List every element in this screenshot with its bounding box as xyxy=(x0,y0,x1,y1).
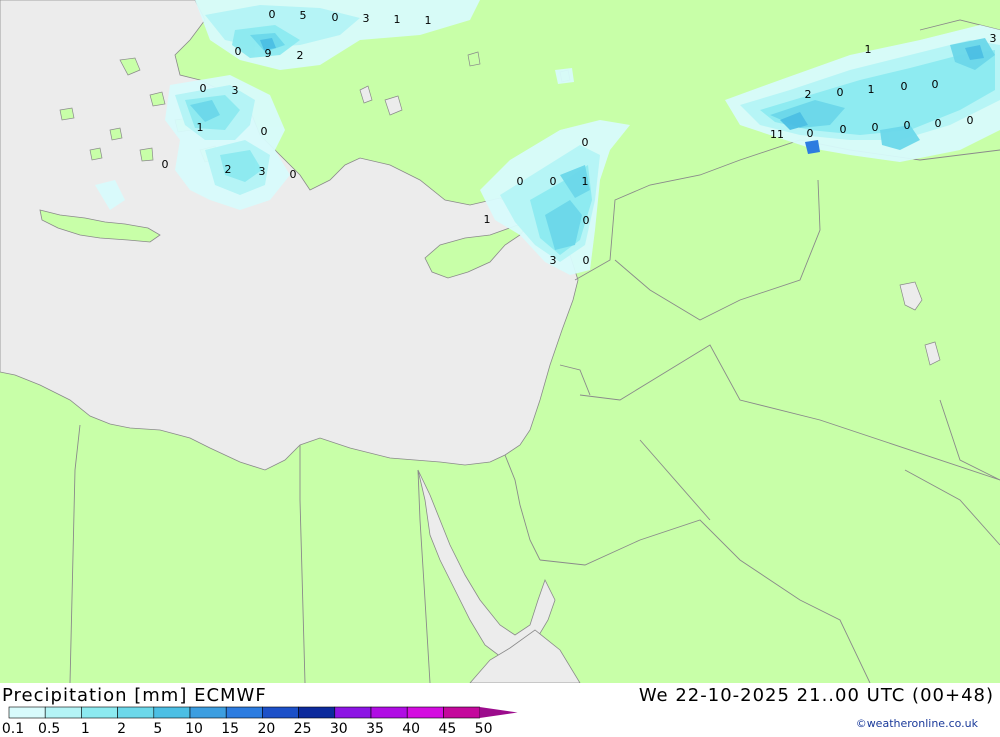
legend-tick-label: 2 xyxy=(117,721,127,737)
legend-tick-label: 10 xyxy=(185,721,203,737)
precip-value: 0 xyxy=(200,82,207,95)
legend-swatch xyxy=(189,706,227,719)
precip-value: 0 xyxy=(840,123,847,136)
precip-value: 0 xyxy=(290,168,297,181)
precip-value: 3 xyxy=(550,254,557,267)
precip-value: 0 xyxy=(583,254,590,267)
legend-tick-label: 0.1 xyxy=(1,721,25,737)
legend-tick-label: 20 xyxy=(257,721,276,737)
precip-value: 0 xyxy=(235,45,242,58)
precip-value: 0 xyxy=(935,117,942,130)
precip-value: 3 xyxy=(232,84,239,97)
legend-tick-label: 45 xyxy=(438,721,457,737)
precip-value: 1 xyxy=(425,14,432,27)
precip-value: 0 xyxy=(332,11,339,24)
credit-link[interactable]: ©weatheronline.co.uk xyxy=(856,717,978,730)
precip-value: 2 xyxy=(805,88,812,101)
precip-value: 1 xyxy=(197,121,204,134)
precip-value: 11 xyxy=(770,128,784,141)
precip-value: 2 xyxy=(297,49,304,62)
legend-colorbar xyxy=(8,706,518,719)
legend-swatch xyxy=(406,706,444,719)
legend-swatch xyxy=(153,706,191,719)
precip-value: 0 xyxy=(901,80,908,93)
legend-tick-label: 5 xyxy=(153,721,163,737)
precip-value: 5 xyxy=(300,9,307,22)
precip-value: 0 xyxy=(932,78,939,91)
color-legend: 0.1 0.5 1 2 5 10 15 20 25 30 35 40 45 50 xyxy=(0,706,530,737)
precip-value: 0 xyxy=(837,86,844,99)
precip-value: 9 xyxy=(265,47,272,60)
precip-value: 3 xyxy=(990,32,997,45)
legend-tick-label: 1 xyxy=(80,721,90,737)
precip-value: 1 xyxy=(394,13,401,26)
precip-value: 0 xyxy=(517,175,524,188)
legend-swatch xyxy=(370,706,408,719)
legend-swatch xyxy=(44,706,82,719)
precip-value: 0 xyxy=(261,125,268,138)
legend-tick-label: 30 xyxy=(329,721,348,737)
legend-swatch xyxy=(117,706,155,719)
legend-swatch xyxy=(298,706,336,719)
legend-swatch xyxy=(8,706,46,719)
valid-time: We 22-10-2025 21..00 UTC (00+48) xyxy=(638,685,994,706)
map-title: Precipitation [mm] ECMWF xyxy=(2,685,267,706)
precip-value: 0 xyxy=(872,121,879,134)
legend-tick-label: 0.5 xyxy=(38,721,61,737)
precip-value: 1 xyxy=(865,43,872,56)
legend-swatch xyxy=(334,706,372,719)
legend-tick-label: 35 xyxy=(366,721,384,737)
precip-value: 0 xyxy=(807,127,814,140)
precip-value: 0 xyxy=(162,158,169,171)
legend-tick-label: 50 xyxy=(474,721,493,737)
legend-tick-label: 40 xyxy=(402,721,421,737)
precipitation-map: 0 5 0 3 1 10 9 20 31 00 2 3 000 0 11 03 0132 0 1 0 011 0 0 0 0 0 0 xyxy=(0,0,1000,683)
precip-value: 0 xyxy=(269,8,276,21)
precip-value: 0 xyxy=(967,114,974,127)
legend-swatch xyxy=(225,706,263,719)
precip-value: 0 xyxy=(583,214,590,227)
legend-tick-label: 25 xyxy=(293,721,312,737)
precip-value: 1 xyxy=(484,213,491,226)
precip-value: 1 xyxy=(582,175,589,188)
precip-value: 0 xyxy=(550,175,557,188)
precip-value: 3 xyxy=(363,12,370,25)
legend-tick-label: 15 xyxy=(221,721,240,737)
legend-swatch xyxy=(443,706,480,719)
precip-value: 1 xyxy=(868,83,875,96)
legend-swatch xyxy=(262,706,299,719)
precip-value: 0 xyxy=(904,119,911,132)
legend-arrow xyxy=(479,707,518,718)
precip-value: 0 xyxy=(582,136,589,149)
legend-swatch xyxy=(81,706,118,719)
precip-value: 3 xyxy=(259,165,266,178)
precip-value: 2 xyxy=(225,163,232,176)
